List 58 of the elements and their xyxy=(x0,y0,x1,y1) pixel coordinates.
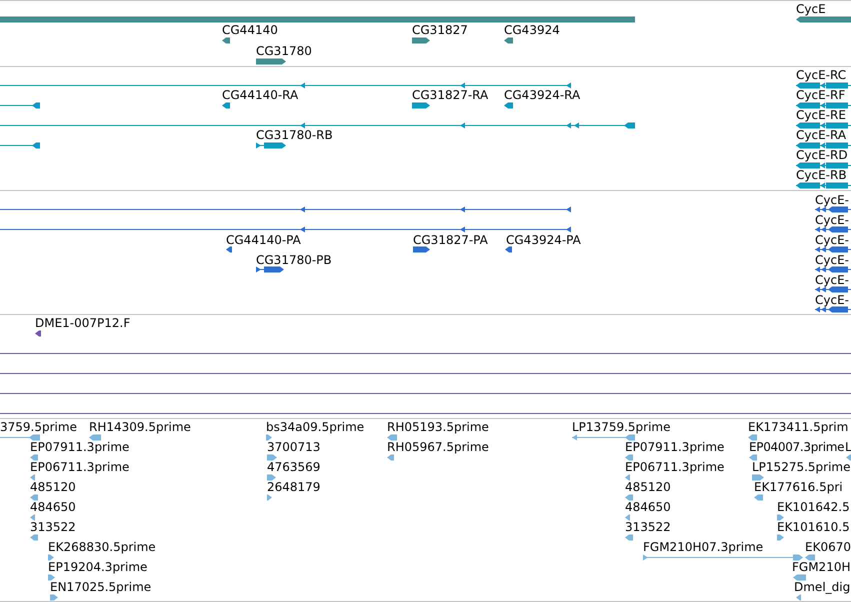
feature-label: CycE-RC xyxy=(796,69,846,81)
feature-label: EK0670 xyxy=(805,541,851,553)
feature-label: CG31827-RA xyxy=(412,89,488,101)
feature-label: 2648179 xyxy=(267,481,320,493)
feature-label: EP06711.3prime xyxy=(30,461,130,473)
feature-label: EP19204.3prime xyxy=(48,561,148,573)
feature-label: RH14309.5prime xyxy=(89,421,191,433)
feature-label: CycE-RF xyxy=(796,89,846,101)
feature-label: CG44140-RA xyxy=(222,89,298,101)
feature-label: CycE- xyxy=(815,194,849,206)
feature-label: FGM210H xyxy=(792,561,850,573)
feature-label: EP07911.3prime xyxy=(625,441,724,453)
feature-label: CG31827 xyxy=(412,24,468,36)
feature-label: EK177616.5pri xyxy=(754,481,843,493)
feature-label: DME1-007P12.F xyxy=(35,317,130,329)
feature-label: CycE- xyxy=(815,234,849,246)
feature-label: CycE-RD xyxy=(796,149,848,161)
feature-label: CycE- xyxy=(815,294,849,306)
feature-label: 484650 xyxy=(625,501,671,513)
feature-label: CG44140 xyxy=(222,24,278,36)
feature-label: CycE-RA xyxy=(796,129,846,141)
feature-label: CG44140-PA xyxy=(226,234,301,246)
feature-label: CycE- xyxy=(815,274,849,286)
feature-label: 4763569 xyxy=(267,461,320,473)
feature-label: RH05967.5prime xyxy=(387,441,489,453)
feature-label: CG43924-PA xyxy=(506,234,581,246)
feature-label: EP06711.3prime xyxy=(625,461,724,473)
feature-label: bs34a09.5prime xyxy=(266,421,364,433)
feature-label: CycE xyxy=(796,3,826,15)
feature-label: CycE- xyxy=(815,254,849,266)
feature-label: EK101642.5 xyxy=(777,501,850,513)
feature-label: 313522 xyxy=(625,521,671,533)
feature-label: 313522 xyxy=(30,521,76,533)
feature-label: 3700713 xyxy=(267,441,320,453)
feature-label: Dmel_dig xyxy=(794,581,850,593)
feature-label: EK268830.5prime xyxy=(48,541,156,553)
feature-label: 485120 xyxy=(625,481,671,493)
feature-label: EN17025.5prime xyxy=(50,581,152,593)
feature-label: EK173411.5prim xyxy=(748,421,848,433)
feature-label: EP04007.3prime xyxy=(749,441,844,453)
feature-label: CycE-RE xyxy=(796,109,846,121)
feature-label: CG31827-PA xyxy=(413,234,488,246)
feature-label: EP07911.3prime xyxy=(30,441,130,453)
feature-label: 3759.5prime xyxy=(0,421,77,433)
feature-label: LP15275.5prime xyxy=(752,461,851,473)
feature-label: CG31780-RB xyxy=(256,129,333,141)
feature-label: LP13759.5prime xyxy=(572,421,671,433)
feature-label: CG43924 xyxy=(504,24,560,36)
feature-label: FGM210H07.3prime xyxy=(643,541,764,553)
feature-label: CG31780-PB xyxy=(256,254,332,266)
feature-label: CG43924-RA xyxy=(504,89,580,101)
feature-label: CycE- xyxy=(815,214,849,226)
feature-label: 485120 xyxy=(30,481,76,493)
feature-label: RH05193.5prime xyxy=(387,421,489,433)
feature-label: CG31780 xyxy=(256,45,312,57)
feature-label: EK101610.5 xyxy=(777,521,850,533)
feature-label: CycE-RB xyxy=(796,169,847,181)
feature-label: 484650 xyxy=(30,501,76,513)
